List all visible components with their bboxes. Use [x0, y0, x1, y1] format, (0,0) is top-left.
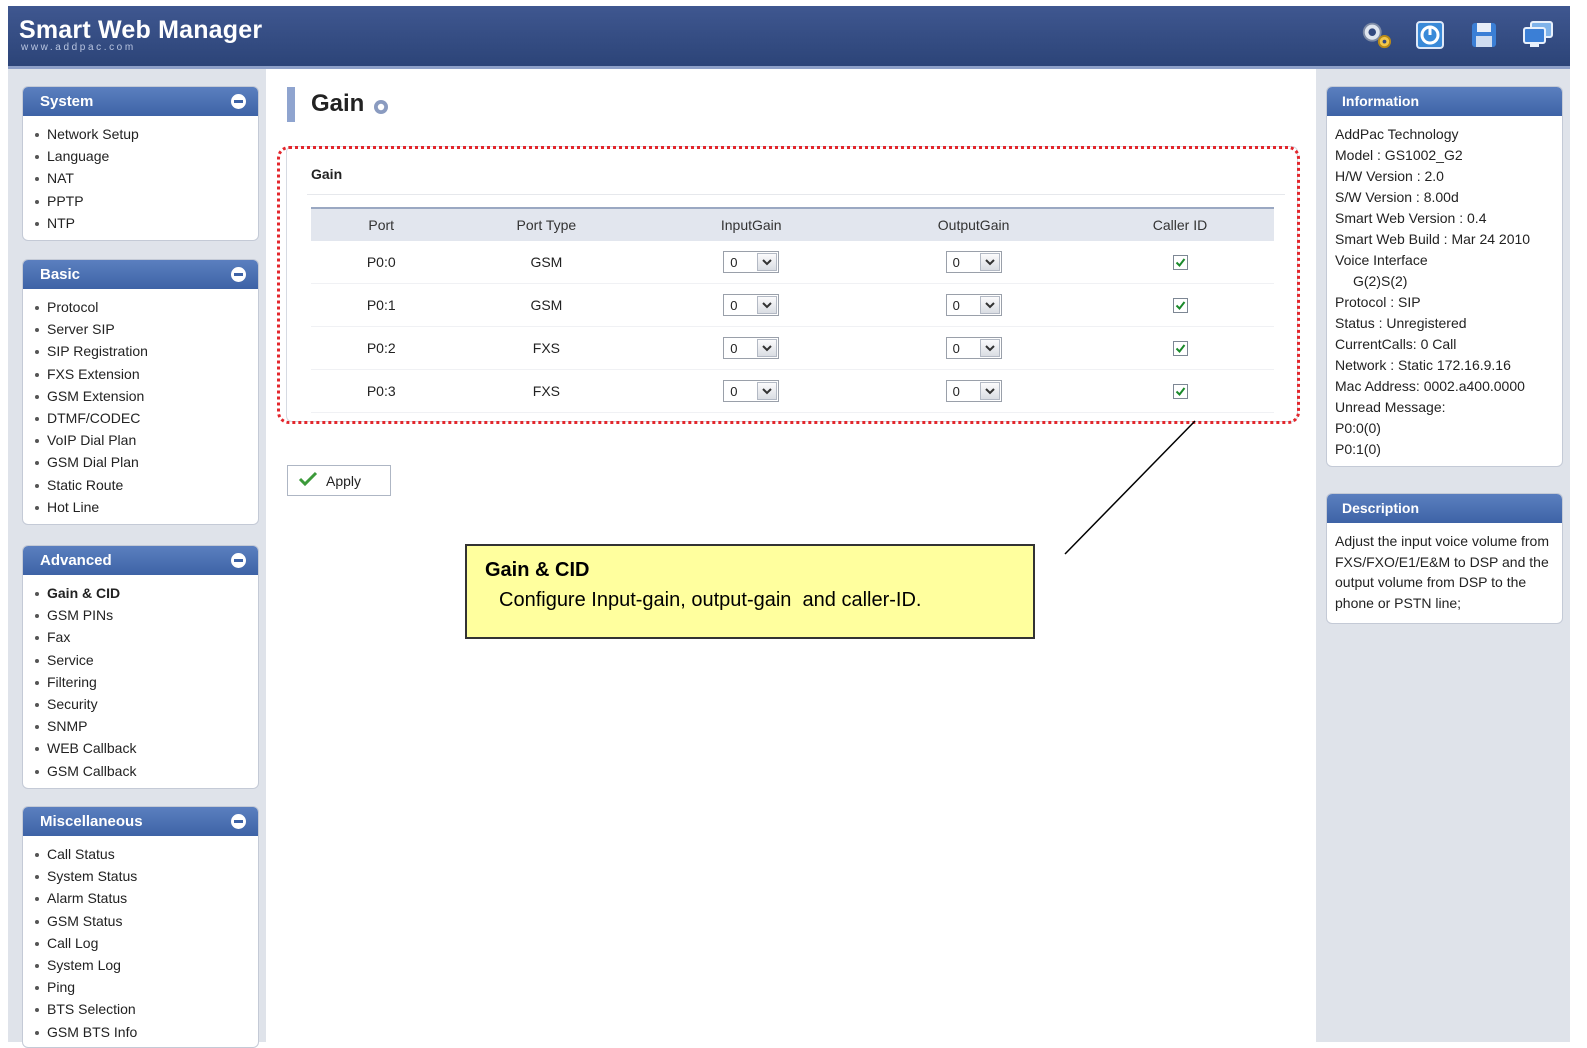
sidebar-item-network-setup[interactable]: Network Setup	[34, 123, 258, 145]
sidebar-item-gsm-bts-info[interactable]: GSM BTS Info	[34, 1021, 258, 1043]
app-header: Smart Web Manager www.addpac.com	[8, 6, 1570, 66]
sidebar-system-title: System	[40, 93, 94, 110]
sidebar-item-service[interactable]: Service	[34, 649, 258, 671]
app-subtitle: www.addpac.com	[21, 42, 136, 53]
description-panel: Description Adjust the input voice volum…	[1326, 493, 1563, 624]
sidebar-item-gain-cid[interactable]: Gain & CID	[34, 582, 258, 604]
info-line: P0:0(0)	[1335, 420, 1381, 436]
power-icon[interactable]	[1414, 20, 1446, 50]
sidebar-basic: Basic Protocol Server SIP SIP Registrati…	[22, 259, 259, 526]
info-line: Smart Web Version : 0.4	[1335, 210, 1487, 226]
info-line: P0:1(0)	[1335, 441, 1381, 457]
sidebar-item-filtering[interactable]: Filtering	[34, 671, 258, 693]
info-line: AddPac Technology	[1335, 126, 1459, 142]
description-text: Adjust the input voice volume from FXS/F…	[1335, 533, 1549, 611]
sidebar-basic-header[interactable]: Basic	[23, 260, 258, 289]
callout-box: Gain & CID Configure Input-gain, output-…	[465, 544, 1035, 639]
sidebar-item-gsm-extension[interactable]: GSM Extension	[34, 385, 258, 407]
sidebar-item-gsm-callback[interactable]: GSM Callback	[34, 760, 258, 782]
sidebar-item-nat[interactable]: NAT	[34, 167, 258, 189]
monitor-icon[interactable]	[1522, 20, 1554, 50]
page-title: Gain	[311, 90, 365, 117]
collapse-icon[interactable]	[231, 553, 246, 568]
sidebar-advanced-title: Advanced	[40, 552, 112, 569]
sidebar-item-security[interactable]: Security	[34, 693, 258, 715]
sidebar-misc-header[interactable]: Miscellaneous	[23, 807, 258, 836]
sidebar-system-header[interactable]: System	[23, 87, 258, 116]
sidebar-item-fxs-extension[interactable]: FXS Extension	[34, 363, 258, 385]
gear-icon[interactable]	[1360, 20, 1392, 50]
info-line: CurrentCalls: 0 Call	[1335, 336, 1457, 352]
info-line: Model : GS1002_G2	[1335, 147, 1463, 163]
sidebar-item-static-route[interactable]: Static Route	[34, 474, 258, 496]
collapse-icon[interactable]	[231, 814, 246, 829]
save-icon[interactable]	[1468, 20, 1500, 50]
sidebar-item-bts-selection[interactable]: BTS Selection	[34, 998, 258, 1020]
info-line: G(2)S(2)	[1353, 273, 1408, 289]
information-panel: Information AddPac Technology Model : GS…	[1326, 86, 1563, 467]
sidebar-item-web-callback[interactable]: WEB Callback	[34, 737, 258, 759]
sidebar-item-gsm-status[interactable]: GSM Status	[34, 910, 258, 932]
sidebar-item-sip-registration[interactable]: SIP Registration	[34, 340, 258, 362]
sidebar-advanced-header[interactable]: Advanced	[23, 546, 258, 575]
info-line: Smart Web Build : Mar 24 2010	[1335, 231, 1531, 247]
sidebar-item-alarm-status[interactable]: Alarm Status	[34, 887, 258, 909]
info-line: Voice Interface	[1335, 252, 1428, 268]
description-title: Description	[1327, 494, 1562, 523]
sidebar-item-gsm-pins[interactable]: GSM PINs	[34, 604, 258, 626]
info-line: S/W Version : 8.00d	[1335, 189, 1459, 205]
info-line: Mac Address: 0002.a400.0000	[1335, 378, 1525, 394]
sidebar-item-language[interactable]: Language	[34, 145, 258, 167]
sidebar-item-snmp[interactable]: SNMP	[34, 715, 258, 737]
highlight-frame	[277, 146, 1300, 424]
app-title: Smart Web Manager	[19, 16, 263, 44]
apply-label: Apply	[326, 472, 362, 489]
sidebar-item-dtmf-codec[interactable]: DTMF/CODEC	[34, 407, 258, 429]
info-line: Network : Static 172.16.9.16	[1335, 357, 1511, 373]
sidebar-misc-title: Miscellaneous	[40, 813, 143, 830]
sidebar-advanced: Advanced Gain & CID GSM PINs Fax Service…	[22, 545, 259, 789]
callout-title: Gain & CID	[485, 559, 590, 581]
sidebar-item-fax[interactable]: Fax	[34, 626, 258, 648]
sidebar-item-protocol[interactable]: Protocol	[34, 296, 258, 318]
sidebar-item-server-sip[interactable]: Server SIP	[34, 318, 258, 340]
info-line: Unread Message:	[1335, 399, 1446, 415]
title-accent-bar	[287, 87, 295, 122]
sidebar-item-system-log[interactable]: System Log	[34, 954, 258, 976]
apply-button[interactable]: Apply	[287, 465, 391, 496]
sidebar-item-call-log[interactable]: Call Log	[34, 932, 258, 954]
sidebar-item-system-status[interactable]: System Status	[34, 865, 258, 887]
info-line: H/W Version : 2.0	[1335, 168, 1444, 184]
information-title: Information	[1327, 87, 1562, 116]
callout-text: Configure Input-gain, output-gain and ca…	[499, 589, 922, 611]
check-icon	[298, 471, 318, 490]
collapse-icon[interactable]	[231, 94, 246, 109]
sidebar-basic-title: Basic	[40, 266, 81, 283]
info-line: Status : Unregistered	[1335, 315, 1467, 331]
help-icon[interactable]	[373, 99, 389, 118]
sidebar-system: System Network Setup Language NAT PPTP N…	[22, 86, 259, 242]
sidebar-item-call-status[interactable]: Call Status	[34, 843, 258, 865]
sidebar-item-hot-line[interactable]: Hot Line	[34, 496, 258, 518]
sidebar-item-ping[interactable]: Ping	[34, 976, 258, 998]
sidebar-item-pptp[interactable]: PPTP	[34, 190, 258, 212]
sidebar-item-voip-dial-plan[interactable]: VoIP Dial Plan	[34, 429, 258, 451]
sidebar-miscellaneous: Miscellaneous Call Status System Status …	[22, 806, 259, 1048]
info-line: Protocol : SIP	[1335, 294, 1421, 310]
sidebar-item-gsm-dial-plan[interactable]: GSM Dial Plan	[34, 451, 258, 473]
sidebar-item-ntp[interactable]: NTP	[34, 212, 258, 234]
collapse-icon[interactable]	[231, 267, 246, 282]
